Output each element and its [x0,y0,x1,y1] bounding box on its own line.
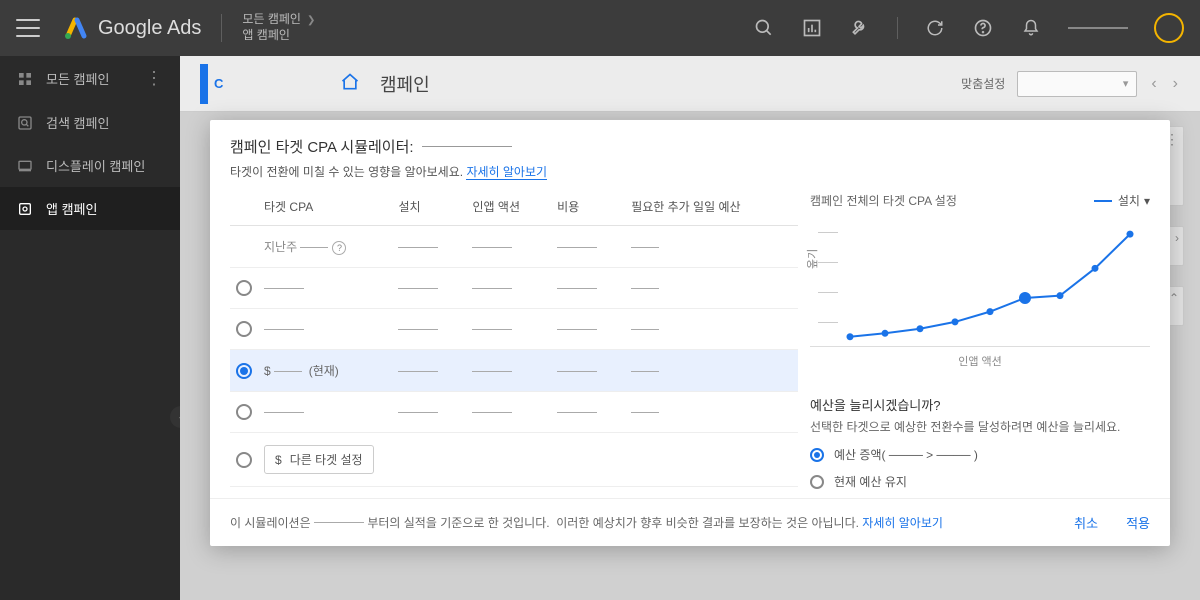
notifications-icon[interactable] [1020,17,1042,39]
chart-panel: 캠페인 전체의 타겟 CPA 설정 설치▾ 옾기 인앱 액션 [810,188,1150,377]
currency: $ [264,364,271,378]
custom-settings-dropdown[interactable]: ▾ [1017,71,1137,97]
budget-opt-increase[interactable]: 예산 증액( ──── > ──── ) [810,446,1150,463]
page-title: 캠페인 [380,71,430,97]
google-ads-logo-icon [64,16,88,40]
sidebar-item-app[interactable]: 앱 캠페인 [0,187,180,230]
display-icon [16,157,34,175]
radio-option-selected[interactable] [810,448,824,462]
home-icon[interactable] [340,72,360,95]
active-tab-indicator [200,64,208,104]
chart-metric-dropdown[interactable]: 설치▾ [1118,192,1150,209]
brand-text: Google Ads [98,17,201,40]
chart: 옾기 [810,217,1150,347]
breadcrumb-current: 앱 캠페인 [242,28,290,44]
table-row[interactable] [230,268,798,309]
sidebar-item-display[interactable]: 디스플레이 캠페인 [0,144,180,187]
y-axis-label: 옾기 [804,248,820,268]
brand-logo[interactable]: Google Ads [64,16,201,40]
legend-line [1094,200,1112,202]
sidebar: 모든 캠페인 ⋮ 검색 캠페인 디스플레이 캠페인 앱 캠페인 ‹ [0,56,180,600]
cancel-button[interactable]: 취소 [1074,513,1098,532]
reports-icon[interactable] [801,17,823,39]
chevron-right-icon: › [1175,231,1179,245]
radio-option[interactable] [236,452,252,468]
page-next[interactable]: › [1171,75,1180,93]
top-bar: Google Ads 모든 캠페인 ❯ 앱 캠페인 [0,0,1200,56]
th-install: 설치 [392,188,466,226]
radio-option[interactable] [236,280,252,296]
breadcrumb-top[interactable]: 모든 캠페인 [242,12,301,28]
tools-icon[interactable] [849,17,871,39]
help-icon[interactable]: ? [332,241,346,255]
sub-header: C 캠페인 맞춤설정 ▾ ‹ › [180,56,1200,112]
overview-indicator: C [214,76,223,91]
dialog-subtitle: 타겟이 전환에 미칠 수 있는 영향을 알아보세요. [230,165,466,179]
learn-more-link[interactable]: 자세히 알아보기 [466,165,547,180]
sidebar-item-label: 검색 캠페인 [46,113,109,132]
table-row-other[interactable]: $다른 타겟 설정 [230,433,798,487]
account-placeholder [1068,27,1128,29]
chevron-down-icon: ▾ [1123,77,1129,90]
current-label: (현재) [309,364,339,378]
x-axis-label: 인앱 액션 [810,353,1150,369]
budget-section: 예산을 늘리시겠습니까? 선택한 타겟으로 예상한 전환수를 달성하려면 예산을… [810,395,1150,490]
sidebar-item-search[interactable]: 검색 캠페인 [0,101,180,144]
other-target-input[interactable]: $다른 타겟 설정 [264,445,374,474]
app-icon [16,200,34,218]
chevron-down-icon: ▾ [1144,194,1150,208]
budget-description: 선택한 타겟으로 예상한 전환수를 달성하려면 예산을 늘리세요. [810,418,1150,436]
budget-question: 예산을 늘리시겠습니까? [810,395,1150,414]
dialog-title: 캠페인 타겟 CPA 시뮬레이터: [230,136,414,157]
refresh-icon[interactable] [924,17,946,39]
chart-title: 캠페인 전체의 타겟 CPA 설정 [810,192,957,209]
redacted-line [422,146,512,147]
search-icon[interactable] [753,17,775,39]
search-campaign-icon [16,114,34,132]
grid-icon [16,70,34,88]
divider [221,14,222,42]
help-icon[interactable] [972,17,994,39]
sidebar-item-label: 모든 캠페인 [46,69,109,88]
footer-text3: 이러한 예상치가 향후 비슷한 결과를 보장하는 것은 아닙니다. [556,514,859,531]
chevron-up-icon: ⌃ [1169,291,1179,305]
table-row[interactable] [230,392,798,433]
lastweek-label: 지난주 [264,240,297,254]
footer-text2: 부터의 실적을 기준으로 한 것입니다. [367,514,549,531]
table-row-current[interactable]: $ (현재) [230,350,798,392]
chart-line [840,217,1140,347]
dialog-footer: 이 시뮬레이션은 부터의 실적을 기준으로 한 것입니다. 이러한 예상치가 향… [210,498,1170,546]
table-row[interactable] [230,309,798,350]
breadcrumb: 모든 캠페인 ❯ 앱 캠페인 [242,12,315,43]
footer-learn-more-link[interactable]: 자세히 알아보기 [862,514,943,531]
th-inapp: 인앱 액션 [466,188,551,226]
th-target-cpa: 타겟 CPA [258,188,392,226]
radio-option[interactable] [236,321,252,337]
radio-option-selected[interactable] [236,363,252,379]
budget-opt-keep[interactable]: 현재 예산 유지 [810,473,1150,490]
menu-icon[interactable] [16,19,40,37]
sidebar-item-label: 디스플레이 캠페인 [46,156,145,175]
divider [897,17,898,39]
radio-option[interactable] [810,475,824,489]
avatar[interactable] [1154,13,1184,43]
radio-option[interactable] [236,404,252,420]
th-cost: 비용 [551,188,625,226]
table-row-lastweek: 지난주 ? [230,226,798,268]
cpa-simulator-dialog: 캠페인 타겟 CPA 시뮬레이터: 타겟이 전환에 미칠 수 있는 영향을 알아… [210,120,1170,546]
footer-text1: 이 시뮬레이션은 [230,514,311,531]
page-prev[interactable]: ‹ [1149,75,1158,93]
sidebar-item-label: 앱 캠페인 [46,199,97,218]
simulator-table: 타겟 CPA 설치 인앱 액션 비용 필요한 추가 일일 예산 지난주 ? [230,188,798,487]
more-icon[interactable]: ⋮ [145,68,164,89]
th-extra-budget: 필요한 추가 일일 예산 [625,188,798,226]
chevron-right-icon: ❯ [307,14,315,27]
sidebar-item-all[interactable]: 모든 캠페인 ⋮ [0,56,180,101]
apply-button[interactable]: 적용 [1126,513,1150,532]
custom-settings-label: 맞춤설정 [961,75,1005,92]
